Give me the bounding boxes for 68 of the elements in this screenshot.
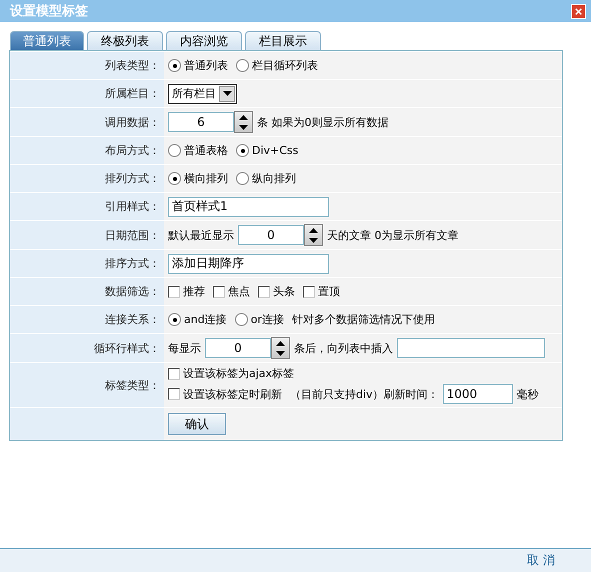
checkbox-option[interactable]: 置顶 bbox=[303, 284, 340, 299]
field-label: 日期范围： bbox=[105, 228, 160, 242]
radio-option[interactable]: 普通表格 bbox=[168, 143, 228, 158]
text-field[interactable] bbox=[397, 338, 545, 358]
field-label: 排列方式： bbox=[105, 171, 160, 186]
checkbox[interactable] bbox=[258, 286, 270, 298]
number-field[interactable]: 0 bbox=[205, 338, 271, 358]
radio-option[interactable]: 普通列表 bbox=[168, 58, 228, 73]
hint-text: 默认最近显示 bbox=[168, 228, 234, 242]
radio-option[interactable]: and连接 bbox=[168, 312, 227, 327]
radio-button[interactable] bbox=[236, 59, 249, 72]
radio-button[interactable] bbox=[168, 59, 181, 72]
checkbox-option[interactable]: 头条 bbox=[258, 284, 295, 299]
field-label: 数据筛选： bbox=[105, 284, 160, 299]
checkbox[interactable] bbox=[168, 368, 180, 380]
hint-text: （目前只支持div）刷新时间： bbox=[290, 386, 439, 402]
text-field[interactable]: 首页样式1 bbox=[168, 196, 329, 216]
radio-button[interactable] bbox=[236, 172, 249, 185]
tab[interactable]: 内容浏览 bbox=[166, 31, 242, 50]
radio-option[interactable]: 纵向排列 bbox=[236, 171, 296, 186]
field-label: 列表类型： bbox=[105, 58, 160, 73]
radio-option[interactable]: or连接 bbox=[234, 312, 284, 327]
radio-button[interactable] bbox=[236, 144, 249, 157]
field-label: 所属栏目： bbox=[105, 86, 160, 101]
field-label: 排序方式： bbox=[105, 256, 160, 271]
checkbox-option[interactable]: 设置该标签定时刷新 bbox=[168, 386, 282, 402]
tab[interactable]: 栏目展示 bbox=[245, 31, 321, 50]
dropdown[interactable]: 所有栏目 bbox=[168, 84, 237, 104]
field-label: 连接关系： bbox=[105, 312, 160, 327]
spinner-buttons[interactable] bbox=[234, 111, 253, 133]
hint-text: 条 如果为0则显示所有数据 bbox=[257, 114, 388, 130]
spinner-buttons[interactable] bbox=[271, 337, 290, 359]
field-label: 引用样式： bbox=[105, 199, 160, 214]
cancel-link[interactable]: 取 消 bbox=[527, 552, 555, 569]
checkbox-option[interactable]: 推荐 bbox=[168, 284, 205, 299]
text-field[interactable]: 添加日期降序 bbox=[168, 254, 329, 274]
checkbox-option[interactable]: 设置该标签为ajax标签 bbox=[168, 366, 294, 381]
tab[interactable]: 普通列表 bbox=[10, 31, 84, 50]
spinner-buttons[interactable] bbox=[304, 224, 323, 246]
radio-button[interactable] bbox=[168, 313, 181, 326]
radio-option[interactable]: 栏目循环列表 bbox=[236, 58, 318, 73]
hint-text: 每显示 bbox=[168, 340, 201, 356]
field-label: 标签类型： bbox=[105, 378, 160, 392]
radio-button[interactable] bbox=[168, 172, 181, 185]
confirm-button[interactable]: 确认 bbox=[168, 413, 226, 435]
tab[interactable]: 终极列表 bbox=[87, 31, 163, 50]
radio-option[interactable]: 横向排列 bbox=[168, 171, 228, 186]
number-field[interactable]: 6 bbox=[168, 112, 234, 132]
text-field[interactable]: 1000 bbox=[442, 384, 513, 404]
hint-text: 条后，向列表中插入 bbox=[294, 340, 393, 356]
hint-text: 天的文章 0为显示所有文章 bbox=[327, 228, 458, 242]
checkbox[interactable] bbox=[303, 286, 315, 298]
checkbox-option[interactable]: 焦点 bbox=[213, 284, 250, 299]
window-title: 设置模型标签 bbox=[10, 3, 88, 20]
radio-option[interactable]: Div+Css bbox=[236, 144, 298, 157]
field-label: 布局方式： bbox=[105, 143, 160, 158]
radio-button[interactable] bbox=[168, 144, 181, 157]
radio-button[interactable] bbox=[234, 313, 248, 326]
checkbox[interactable] bbox=[168, 388, 180, 400]
number-field[interactable]: 0 bbox=[238, 225, 304, 245]
hint-text: 毫秒 bbox=[516, 386, 539, 402]
checkbox[interactable] bbox=[168, 286, 180, 298]
field-label: 调用数据： bbox=[105, 114, 160, 130]
hint-text: 针对多个数据筛选情况下使用 bbox=[292, 312, 435, 327]
field-label: 循环行样式： bbox=[94, 340, 160, 356]
caret-icon bbox=[219, 86, 235, 102]
close-button[interactable]: × bbox=[571, 4, 586, 18]
checkbox[interactable] bbox=[213, 286, 225, 298]
